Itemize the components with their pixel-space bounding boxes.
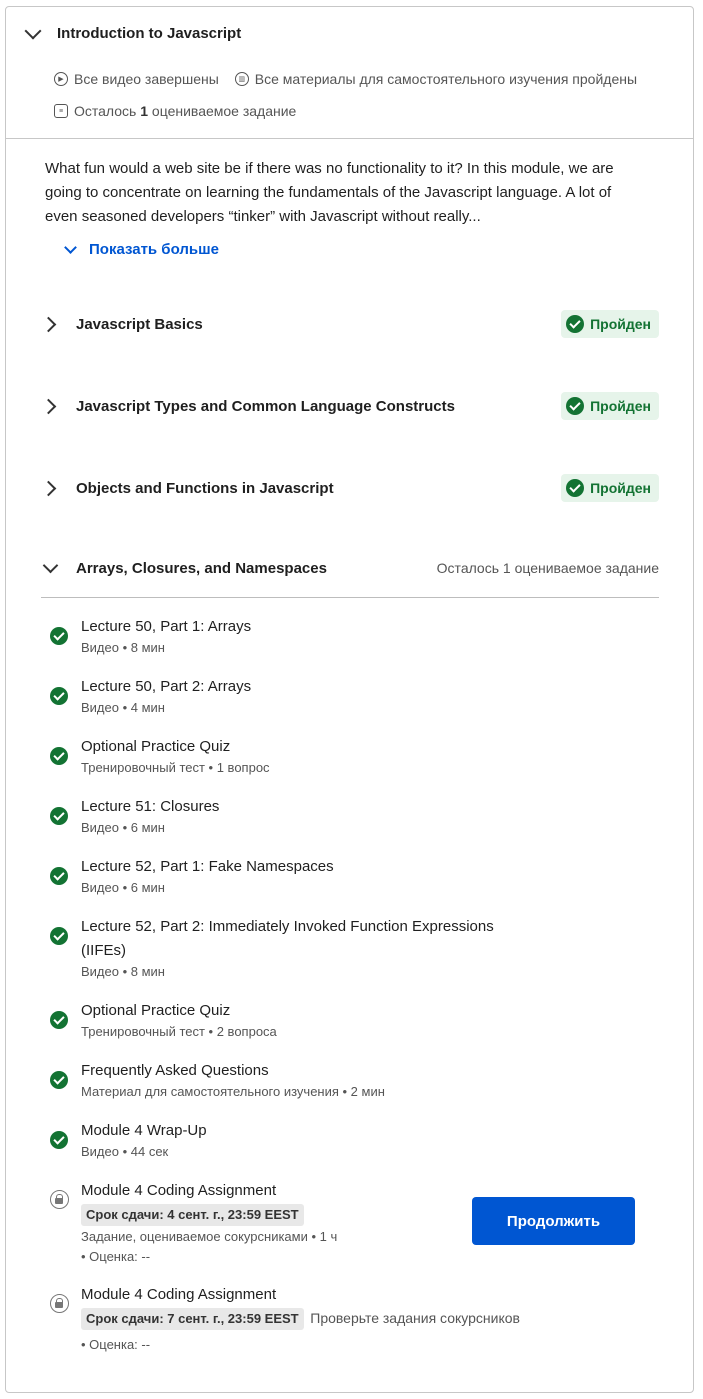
chevron-down-icon xyxy=(64,240,77,254)
list-item[interactable]: Lecture 50, Part 2: Arrays Видео • 4 мин xyxy=(50,675,650,723)
graded-status: ≡ Осталось 1 оцениваемое задание xyxy=(54,103,296,119)
chevron-right-icon xyxy=(40,316,57,332)
deadline-badge: Срок сдачи: 4 сент. г., 23:59 EEST xyxy=(81,1204,304,1226)
list-item[interactable]: Optional Practice Quiz Тренировочный тес… xyxy=(50,999,650,1047)
check-circle-icon xyxy=(50,1131,68,1149)
materials-status: ▥ Все материалы для самостоятельного изу… xyxy=(234,71,637,87)
lesson-remaining-text: Осталось 1 оцениваемое задание xyxy=(436,560,659,576)
assignment-icon: ≡ xyxy=(54,104,68,118)
play-icon: ▶ xyxy=(54,72,68,86)
chevron-right-icon xyxy=(40,480,57,496)
check-circle-icon xyxy=(566,397,585,415)
module-collapse-toggle[interactable]: Introduction to Javascript xyxy=(23,22,242,42)
module-card: Introduction to Javascript ▶ Все видео з… xyxy=(5,6,694,1393)
chevron-right-icon xyxy=(40,398,57,414)
list-item[interactable]: Lecture 50, Part 1: Arrays Видео • 8 мин xyxy=(50,615,650,663)
check-circle-icon xyxy=(50,927,68,945)
lesson-javascript-basics[interactable]: Javascript Basics Пройден xyxy=(40,309,659,339)
status-badge: Пройден xyxy=(561,474,659,502)
check-circle-icon xyxy=(50,747,68,765)
divider xyxy=(41,597,659,598)
check-circle-icon xyxy=(50,627,68,645)
lesson-objects-functions[interactable]: Objects and Functions in Javascript Прой… xyxy=(40,473,659,503)
chevron-down-icon xyxy=(24,22,42,39)
check-circle-icon xyxy=(50,1071,68,1089)
list-item[interactable]: Lecture 52, Part 2: Immediately Invoked … xyxy=(50,915,650,987)
check-circle-icon xyxy=(566,479,585,497)
peer-review-note: Проверьте задания сокурсников xyxy=(310,1310,520,1326)
graded-remaining-row: ≡ Осталось 1 оцениваемое задание xyxy=(54,103,312,119)
check-circle-icon xyxy=(50,687,68,705)
check-circle-icon xyxy=(50,867,68,885)
list-item[interactable]: Module 4 Wrap-Up Видео • 44 сек xyxy=(50,1119,650,1167)
videos-status: ▶ Все видео завершены xyxy=(54,71,219,87)
book-icon: ▥ xyxy=(234,72,249,86)
module-title: Introduction to Javascript xyxy=(57,25,242,42)
deadline-badge: Срок сдачи: 7 сент. г., 23:59 EEST xyxy=(81,1308,304,1330)
list-item[interactable]: Lecture 52, Part 1: Fake Namespaces Виде… xyxy=(50,855,650,903)
check-circle-icon xyxy=(50,807,68,825)
status-badge: Пройден xyxy=(561,392,659,420)
lesson-javascript-types[interactable]: Javascript Types and Common Language Con… xyxy=(40,391,659,421)
list-item[interactable]: Lecture 51: Closures Видео • 6 мин xyxy=(50,795,650,843)
chevron-down-icon xyxy=(42,557,59,573)
check-circle-icon xyxy=(50,1011,68,1029)
list-item[interactable]: Frequently Asked Questions Материал для … xyxy=(50,1059,650,1107)
status-badge: Пройден xyxy=(561,310,659,338)
show-more-link[interactable]: Показать больше xyxy=(63,240,219,258)
module-header: Introduction to Javascript ▶ Все видео з… xyxy=(6,7,693,139)
assignment-item[interactable]: Module 4 Coding Assignment Срок сдачи: 7… xyxy=(50,1283,650,1355)
module-progress-row: ▶ Все видео завершены ▥ Все материалы дл… xyxy=(54,71,653,87)
module-description: What fun would a web site be if there wa… xyxy=(45,160,614,225)
lock-icon xyxy=(50,1190,69,1209)
lock-icon xyxy=(50,1294,69,1313)
continue-button[interactable]: Продолжить xyxy=(472,1197,635,1245)
lesson-arrays-closures[interactable]: Arrays, Closures, and Namespaces Осталос… xyxy=(41,553,659,583)
list-item[interactable]: Optional Practice Quiz Тренировочный тес… xyxy=(50,735,650,783)
check-circle-icon xyxy=(566,315,585,333)
